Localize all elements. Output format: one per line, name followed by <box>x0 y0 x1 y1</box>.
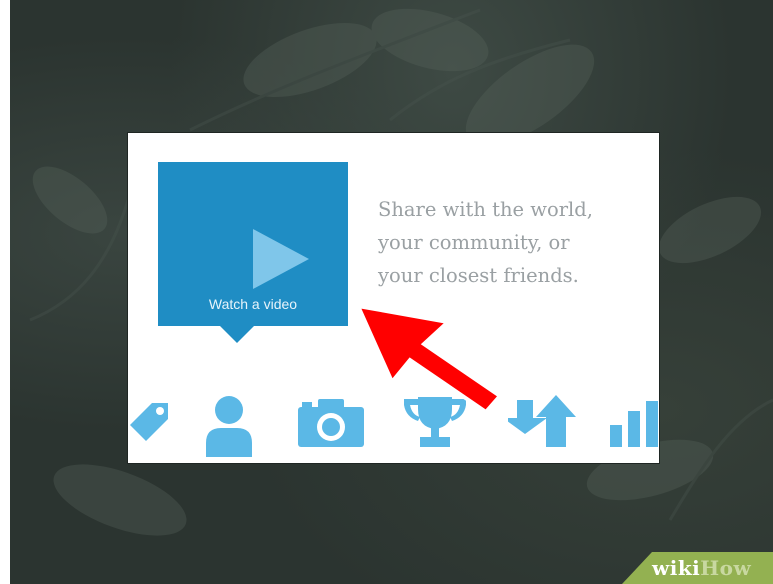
bar-chart-icon[interactable] <box>608 397 659 447</box>
person-icon[interactable] <box>206 395 252 457</box>
watch-video-label: Watch a video <box>208 296 298 312</box>
tag-icon[interactable] <box>128 397 174 443</box>
wikihow-watermark-text: wikiHow <box>652 556 751 580</box>
video-box-pointer <box>220 326 254 343</box>
tagline-text: Share with the world, your community, or… <box>378 198 593 287</box>
watermark-part-how: How <box>700 556 752 580</box>
swap-arrows-icon[interactable] <box>508 395 580 447</box>
screenshot: Watch a video Share with the world, your… <box>0 0 773 584</box>
watch-video-button[interactable]: Watch a video <box>158 162 348 326</box>
red-pointer-arrow <box>354 303 503 415</box>
play-icon <box>253 229 309 289</box>
watermark-part-wiki: wiki <box>652 556 701 580</box>
